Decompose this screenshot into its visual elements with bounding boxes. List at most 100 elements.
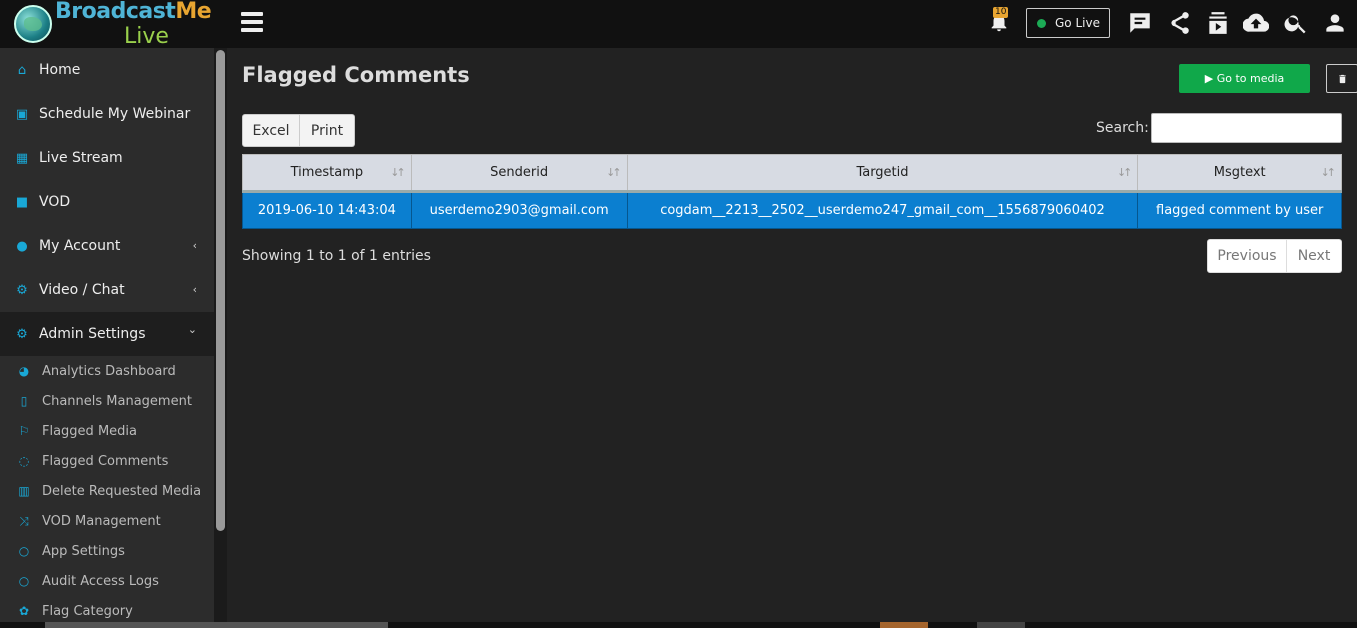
search-input[interactable]: [1151, 113, 1342, 143]
calendar-plus-icon: ▣: [15, 106, 29, 122]
sidebar-scrollbar-thumb[interactable]: [216, 50, 225, 531]
sidebar-subitem-vod-management[interactable]: ⤨ VOD Management: [0, 506, 214, 536]
brand-name-live: Live: [124, 24, 169, 49]
sidebar-subitem-label: Flag Category: [42, 603, 133, 619]
table-header-row: Timestamp ↓↑ Senderid ↓↑ Targetid ↓↑ Msgtex…: [242, 154, 1342, 193]
sidebar-item-home[interactable]: ⌂ Home: [0, 48, 214, 92]
column-header-label: Msgtext: [1213, 165, 1266, 180]
notification-badge: 10: [993, 7, 1009, 18]
next-page-button[interactable]: Next: [1287, 239, 1342, 273]
cogs-icon: ⚙: [16, 326, 28, 342]
cell-msgtext: flagged comment by user: [1137, 191, 1342, 229]
sidebar-item-live-stream[interactable]: ▦ Live Stream: [0, 136, 214, 180]
sidebar-item-label: Video / Chat: [39, 282, 125, 298]
sidebar-subitem-label: Flagged Comments: [42, 453, 169, 469]
column-header-timestamp[interactable]: Timestamp ↓↑: [242, 154, 412, 193]
sidebar-subitem-flagged-media[interactable]: ⚐ Flagged Media: [0, 416, 214, 446]
go-live-button[interactable]: Go Live: [1026, 8, 1110, 38]
cell-targetid: cogdam__2213__2502__userdemo247_gmail_co…: [626, 191, 1139, 229]
sidebar-item-label: Schedule My Webinar: [39, 106, 191, 122]
share-icon[interactable]: [1166, 10, 1192, 36]
cloud-upload-icon[interactable]: [1243, 10, 1269, 36]
globe-logo-icon: [14, 5, 52, 43]
main-content: Flagged Comments ▶ Go to media Excel Pri…: [227, 48, 1357, 628]
page-title: Flagged Comments: [242, 63, 470, 87]
sidebar-item-label: Admin Settings: [39, 326, 146, 342]
sidebar-subitem-delete-requested-media[interactable]: ▥ Delete Requested Media: [0, 476, 214, 506]
table-row[interactable]: 2019-06-10 14:43:04 userdemo2903@gmail.c…: [242, 191, 1342, 229]
sidebar-subitem-analytics-dashboard[interactable]: ◕ Analytics Dashboard: [0, 356, 214, 386]
bookmark-icon: ▯: [20, 394, 28, 408]
sidebar-item-my-account[interactable]: ● My Account ‹: [0, 224, 214, 268]
sidebar-item-label: My Account: [39, 238, 121, 254]
comments-icon: ◌: [18, 454, 30, 468]
sort-icon: ↓↑: [1320, 166, 1337, 179]
user-icon: ●: [16, 238, 28, 254]
search-icon[interactable]: [1283, 10, 1309, 36]
pie-chart-icon: ◕: [18, 364, 30, 378]
cell-senderid: userdemo2903@gmail.com: [410, 191, 628, 229]
trash-icon: ▥: [18, 484, 30, 498]
circle-icon: ○: [18, 544, 30, 558]
column-header-label: Timestamp: [290, 165, 364, 180]
video-library-icon[interactable]: [1205, 10, 1231, 36]
video-camera-icon: ■: [15, 194, 29, 210]
flag-icon: ⚐: [18, 424, 30, 438]
sidebar-subitem-label: Delete Requested Media: [42, 483, 202, 499]
column-header-label: Senderid: [490, 165, 549, 180]
taskbar-segment: [977, 622, 1025, 628]
sidebar-item-schedule-webinar[interactable]: ▣ Schedule My Webinar: [0, 92, 214, 136]
cell-timestamp: 2019-06-10 14:43:04: [242, 191, 412, 229]
app-window: BroadcastMe Live 10 Go Live ⌂ Home ▣ Sch…: [0, 0, 1357, 628]
column-header-msgtext[interactable]: Msgtext ↓↑: [1137, 154, 1342, 193]
print-button[interactable]: Print: [300, 114, 355, 147]
sort-icon: ↓↑: [390, 166, 406, 179]
top-bar: 10 Go Live: [227, 0, 1357, 48]
table-info: Showing 1 to 1 of 1 entries: [242, 248, 431, 264]
sidebar-item-vod[interactable]: ■ VOD: [0, 180, 214, 224]
chevron-left-icon: ‹: [192, 239, 197, 252]
calendar-icon: ▦: [15, 150, 29, 166]
user-profile-icon[interactable]: [1322, 10, 1348, 36]
shuffle-icon: ⤨: [19, 513, 29, 528]
brand-logo[interactable]: BroadcastMe Live: [0, 0, 227, 49]
cogs-icon: ⚙: [16, 282, 28, 298]
sidebar-subitem-label: VOD Management: [42, 513, 161, 529]
sidebar-item-video-chat[interactable]: ⚙ Video / Chat ‹: [0, 268, 214, 312]
sidebar-subitem-flagged-comments[interactable]: ◌ Flagged Comments: [0, 446, 214, 476]
excel-export-button[interactable]: Excel: [242, 114, 300, 147]
taskbar-segment: [45, 622, 388, 628]
sidebar-subitem-label: Analytics Dashboard: [42, 363, 176, 379]
export-buttons: Excel Print: [242, 114, 355, 147]
brand-name: BroadcastMe: [55, 0, 212, 24]
sidebar-subitem-app-settings[interactable]: ○ App Settings: [0, 536, 214, 566]
go-to-media-button[interactable]: ▶ Go to media: [1179, 64, 1310, 93]
sidebar-subitem-audit-access-logs[interactable]: ○ Audit Access Logs: [0, 566, 214, 596]
delete-button[interactable]: [1326, 64, 1357, 93]
sidebar-item-label: Home: [39, 62, 81, 78]
taskbar-segment: [880, 622, 928, 628]
home-icon: ⌂: [17, 62, 27, 78]
brand-name-me: Me: [175, 0, 212, 24]
sidebar-subitem-label: Audit Access Logs: [42, 573, 159, 589]
chevron-down-icon: ⌄: [187, 323, 197, 336]
previous-page-button[interactable]: Previous: [1207, 239, 1287, 273]
sidebar-item-admin-settings[interactable]: ⚙ Admin Settings ⌄: [0, 312, 214, 356]
go-live-label: Go Live: [1055, 16, 1100, 30]
trash-icon: [1338, 74, 1346, 83]
column-header-targetid[interactable]: Targetid ↓↑: [626, 154, 1139, 193]
menu-toggle-icon[interactable]: [241, 12, 263, 32]
sidebar-item-label: VOD: [39, 194, 71, 210]
paw-icon: ✿: [18, 604, 30, 618]
sidebar-subitem-label: Flagged Media: [42, 423, 137, 439]
chat-icon[interactable]: [1127, 10, 1153, 36]
sidebar-scrollbar[interactable]: [214, 48, 227, 628]
search-label: Search:: [1096, 120, 1149, 136]
sidebar-subitem-channels-management[interactable]: ▯ Channels Management: [0, 386, 214, 416]
flagged-comments-table: Timestamp ↓↑ Senderid ↓↑ Targetid ↓↑ Msgtex…: [242, 154, 1342, 229]
circle-icon: ○: [18, 574, 30, 588]
column-header-senderid[interactable]: Senderid ↓↑: [410, 154, 628, 193]
sidebar: ⌂ Home ▣ Schedule My Webinar ▦ Live Stre…: [0, 48, 214, 628]
sidebar-item-label: Live Stream: [39, 150, 123, 166]
sidebar-subitem-label: Channels Management: [42, 393, 192, 409]
